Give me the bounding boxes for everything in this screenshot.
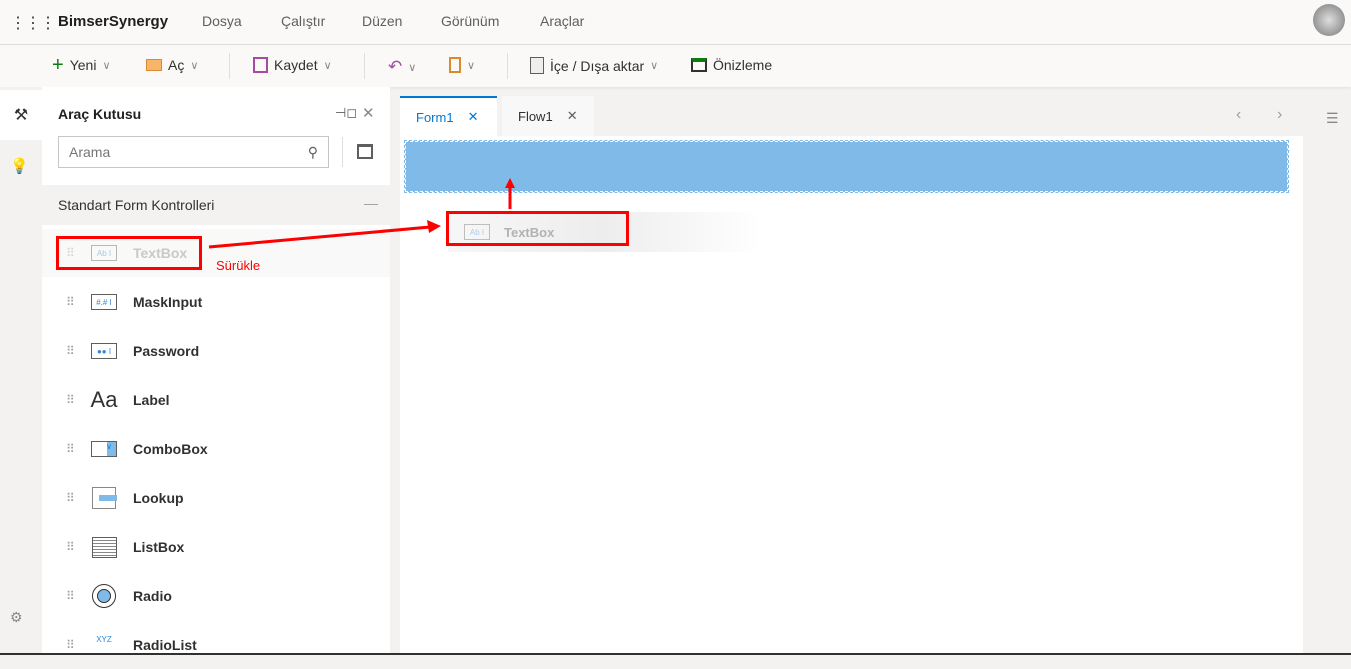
annotation-arrows: [208, 178, 515, 249]
drag-arrow: [208, 225, 431, 249]
arrowhead: [427, 220, 441, 233]
arrowhead: [505, 178, 515, 188]
